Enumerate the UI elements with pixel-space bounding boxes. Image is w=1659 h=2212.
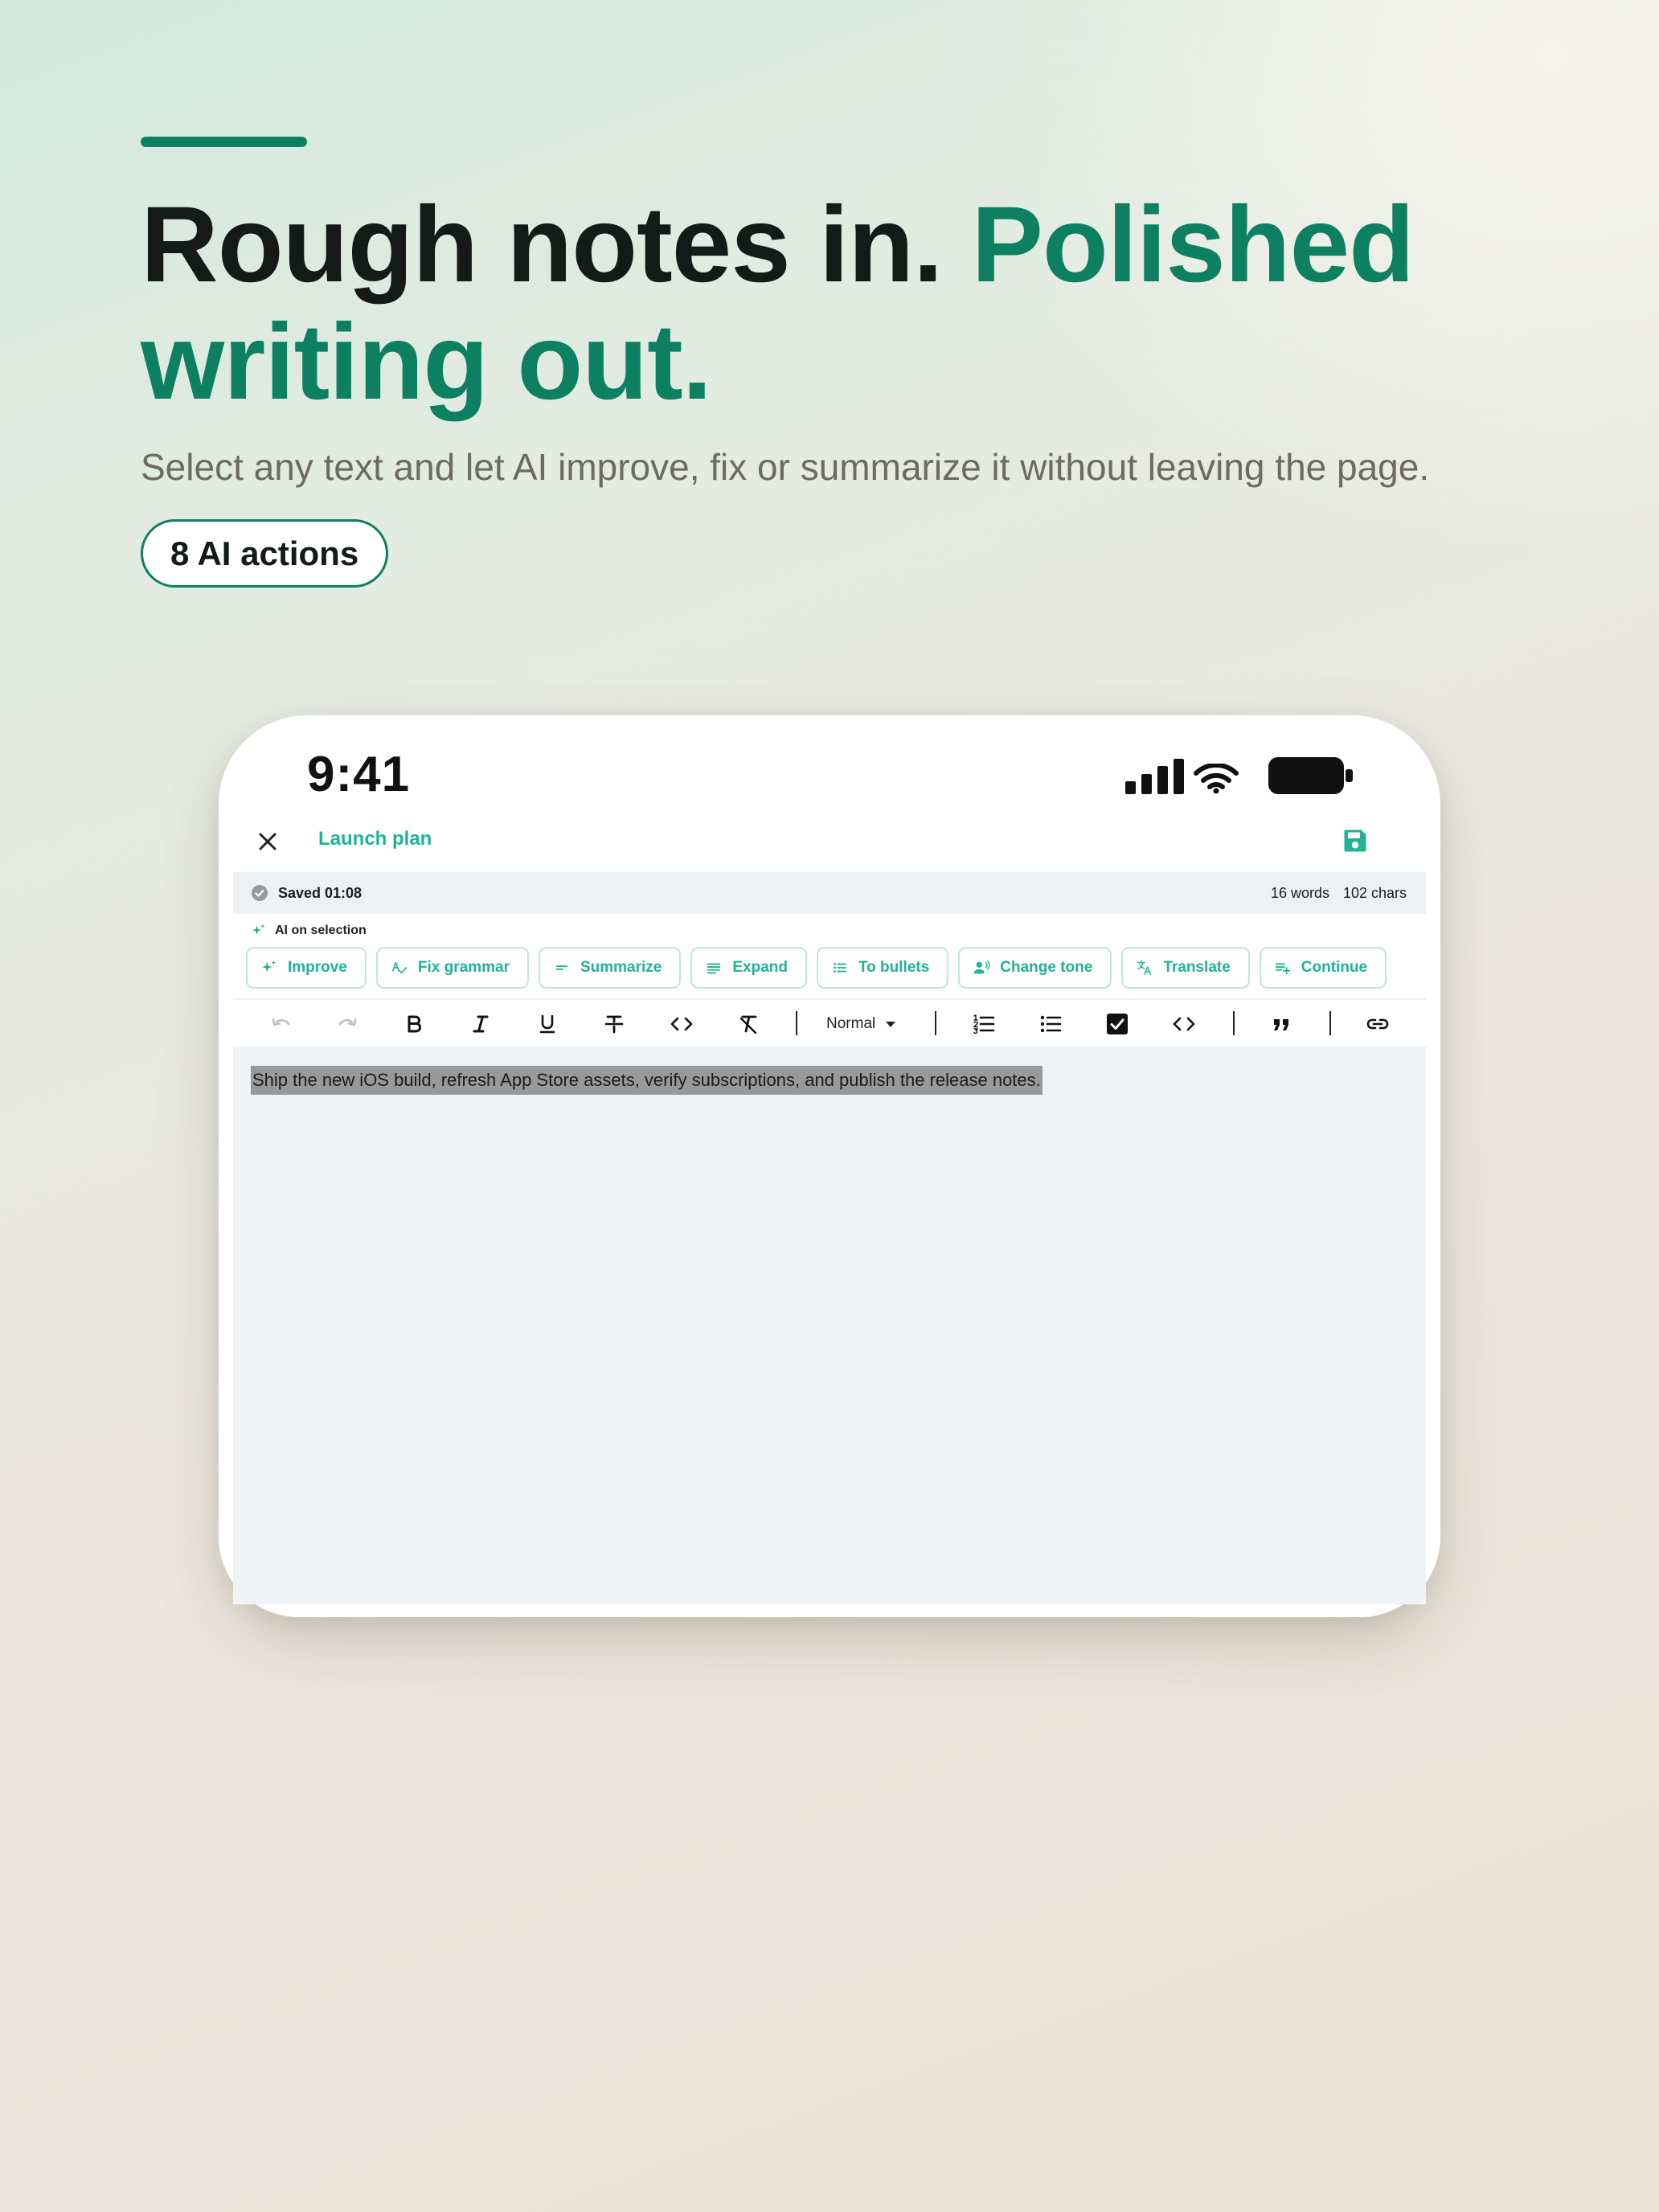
to-bullets-button[interactable]: To bullets [816,947,949,989]
short-text-icon [555,965,568,970]
code-icon [1173,1017,1195,1031]
italic-icon [473,1015,489,1033]
cellular-signal-icon [1125,759,1184,794]
undo-button[interactable] [268,1011,294,1037]
toolbar-divider [233,998,1426,1000]
status-time: 9:41 [307,747,411,802]
change-tone-button[interactable]: Change tone [958,947,1112,989]
toolbar-separator [1329,1011,1331,1035]
ai-actions-badge: 8 AI actions [141,519,389,588]
editor-area[interactable]: Ship the new iOS build, refresh App Stor… [233,1047,1426,1604]
summarize-button-label: Summarize [580,959,662,976]
inline-code-button[interactable] [669,1011,694,1037]
expand-button-label: Expand [732,959,788,976]
subheadline: Select any text and let AI improve, fix … [141,446,1430,488]
numbered-list-button[interactable] [971,1011,997,1037]
improve-button[interactable]: Improve [246,947,367,989]
clear-format-button[interactable] [735,1011,761,1037]
formatting-toolbar: Normal [233,1002,1426,1047]
italic-button[interactable] [468,1011,494,1037]
fix-grammar-button-label: Fix grammar [417,959,510,976]
char-count: 102 chars [1342,885,1407,901]
change-tone-button-label: Change tone [1000,959,1093,976]
save-icon[interactable] [1341,826,1370,855]
bulleted-list-icon [1040,1015,1062,1033]
playlist-add-icon [1275,963,1290,975]
bulleted-list-icon [834,963,847,973]
voice-icon [974,961,990,974]
numbered-list-icon [973,1014,995,1034]
ai-section-label: AI on selection [251,923,367,939]
expand-button[interactable]: Expand [690,947,807,989]
link-button[interactable] [1365,1011,1391,1037]
toolbar-separator [1233,1011,1235,1035]
close-icon[interactable] [254,828,281,855]
code-block-button[interactable] [1171,1011,1197,1037]
fix-grammar-button[interactable]: Fix grammar [375,947,529,989]
saved-check-icon [252,885,268,901]
bulleted-list-button[interactable] [1038,1011,1063,1037]
bold-icon [408,1015,421,1033]
dropdown-arrow-icon [886,1022,896,1027]
saved-status: Saved 01:08 [278,885,363,901]
selected-text[interactable]: Ship the new iOS build, refresh App Stor… [251,1066,1043,1095]
redo-icon [338,1018,357,1026]
sparkle-icon [261,960,276,973]
headline: Rough notes in. Polished writing out. [141,186,1587,421]
to-bullets-button-label: To bullets [858,959,930,976]
sparkle-icon [252,924,265,935]
translate-button[interactable]: Translate [1121,947,1250,989]
continue-button[interactable]: Continue [1259,947,1387,989]
accent-rule [141,137,307,147]
spellcheck-icon [391,961,407,974]
ai-section-label-text: AI on selection [275,924,367,937]
code-icon [670,1017,693,1031]
document-status-bar: Saved 01:08 16 words 102 chars [233,872,1426,914]
checkbox-icon [1107,1014,1128,1034]
ai-actions-row: Improve Fix grammar Summarize Expand To … [246,947,1387,989]
clear-format-icon [739,1015,757,1034]
toolbar-separator [796,1011,797,1035]
strikethrough-icon [604,1015,624,1034]
quote-icon [1274,1019,1288,1030]
checklist-button[interactable] [1104,1011,1130,1037]
toolbar-separator [935,1011,936,1035]
underline-icon [539,1014,555,1034]
document-title: Launch plan [318,828,432,850]
wifi-icon [1194,764,1239,794]
translate-button-label: Translate [1163,959,1231,976]
long-text-icon [707,963,721,974]
text-style-value: Normal [826,1015,876,1032]
link-icon [1366,1018,1389,1030]
summarize-button[interactable]: Summarize [538,947,682,989]
word-count: 16 words [1270,885,1329,901]
underline-button[interactable] [535,1011,560,1037]
headline-dark: Rough notes in. [141,185,972,305]
continue-button-label: Continue [1301,959,1368,976]
bold-button[interactable] [401,1011,427,1037]
strikethrough-button[interactable] [601,1011,627,1037]
undo-icon [272,1018,290,1026]
blockquote-button[interactable] [1268,1011,1294,1037]
ai-actions-badge-label: 8 AI actions [170,535,359,572]
translate-icon [1137,961,1152,975]
improve-button-label: Improve [288,959,347,976]
battery-icon [1268,757,1353,794]
text-style-select[interactable]: Normal [826,1011,898,1037]
redo-button[interactable] [334,1011,360,1037]
